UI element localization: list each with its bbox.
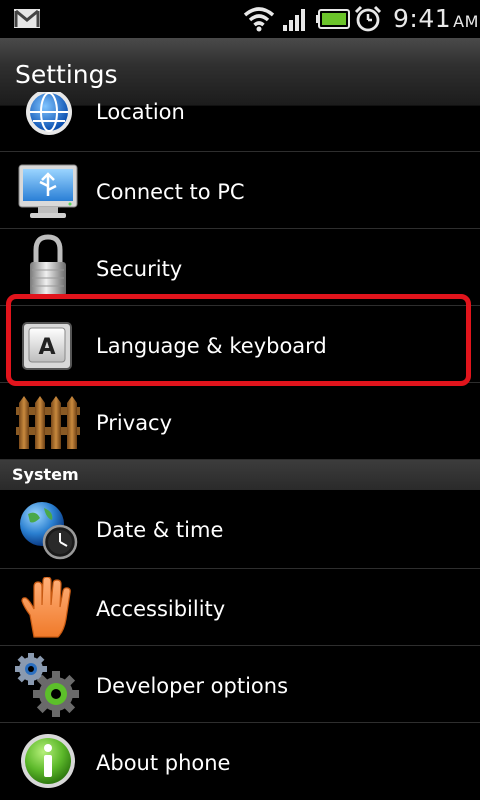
battery-icon bbox=[316, 9, 350, 29]
page-title: Settings bbox=[15, 60, 118, 89]
settings-item-label: About phone bbox=[96, 751, 231, 775]
hand-icon bbox=[21, 577, 71, 638]
settings-item-privacy[interactable]: Privacy bbox=[0, 383, 480, 460]
settings-item-label: Security bbox=[96, 257, 183, 281]
settings-item-date-time[interactable]: Date & time bbox=[0, 490, 480, 569]
alarm-icon bbox=[354, 5, 382, 32]
highlight-annotation bbox=[6, 294, 471, 386]
status-time: 9:41 AM bbox=[393, 4, 479, 33]
settings-item-label: Privacy bbox=[96, 411, 173, 435]
globe-clock-icon bbox=[20, 502, 78, 560]
settings-item-developer-options[interactable]: Developer options bbox=[0, 646, 480, 723]
gmail-icon bbox=[14, 9, 40, 28]
settings-item-label: Date & time bbox=[96, 518, 224, 542]
settings-item-location[interactable]: Location bbox=[0, 92, 480, 152]
time-value: 9:41 bbox=[393, 4, 452, 33]
wifi-icon bbox=[243, 7, 275, 32]
settings-item-label: Developer options bbox=[96, 674, 289, 698]
time-ampm: AM bbox=[453, 12, 479, 31]
settings-item-accessibility[interactable]: Accessibility bbox=[0, 569, 480, 646]
settings-item-label: Location bbox=[96, 100, 185, 124]
location-globe-icon bbox=[26, 92, 72, 135]
settings-item-about-phone[interactable]: About phone bbox=[0, 723, 480, 800]
padlock-icon bbox=[30, 234, 66, 296]
signal-icon bbox=[283, 9, 305, 31]
screen: 9:41 AM Settings Location Connect to PC … bbox=[0, 0, 480, 800]
section-header-system: System bbox=[0, 460, 480, 490]
settings-item-connect-to-pc[interactable]: Connect to PC bbox=[0, 152, 480, 229]
settings-item-label: Connect to PC bbox=[96, 180, 245, 204]
gears-icon bbox=[15, 653, 79, 717]
monitor-usb-icon bbox=[18, 164, 78, 218]
status-bar: 9:41 AM bbox=[0, 0, 480, 38]
fence-icon bbox=[16, 396, 80, 449]
settings-item-label: Accessibility bbox=[96, 597, 226, 621]
info-icon bbox=[21, 734, 75, 788]
section-header-label: System bbox=[12, 465, 79, 484]
